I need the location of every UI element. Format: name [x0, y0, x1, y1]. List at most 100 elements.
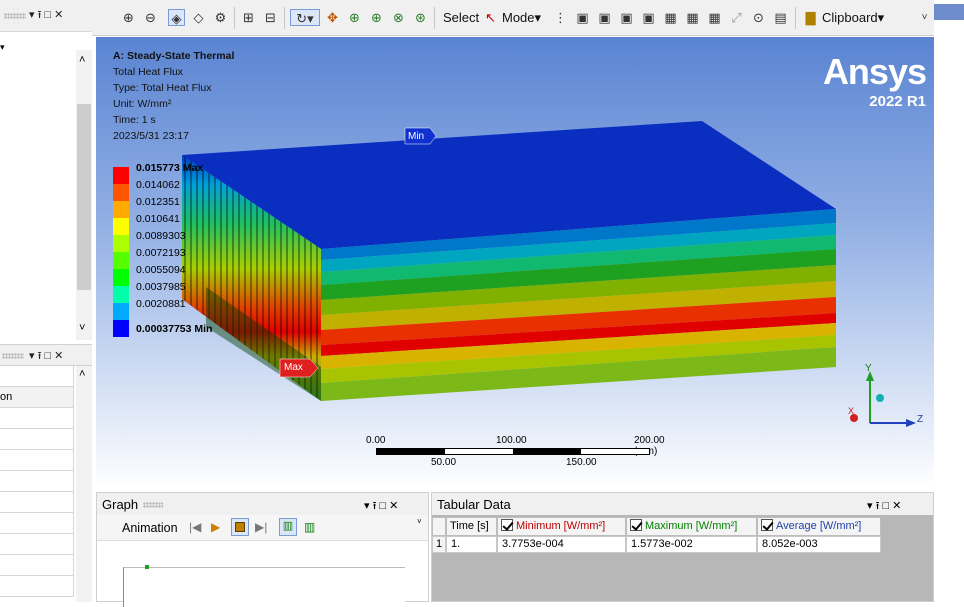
- select-element-icon[interactable]: ▣: [640, 9, 657, 26]
- graph-panel-controls[interactable]: ▾ ⭱ □ ✕: [364, 497, 398, 516]
- column-header-time[interactable]: Time [s]: [446, 517, 497, 536]
- wireframe-icon[interactable]: ◇: [190, 9, 207, 26]
- scroll-up-icon[interactable]: ˄: [79, 54, 85, 66]
- details-panel-controls[interactable]: ▾ ⭱ □ ✕: [29, 349, 63, 363]
- row-index[interactable]: 1: [432, 536, 446, 553]
- toolbar-overflow-icon[interactable]: ˅: [916, 9, 933, 26]
- graph-panel: Graph ▾ ⭱ □ ✕ Animation |◀ ▶ ▶| ▥ ▥ ˅: [96, 492, 429, 607]
- legend-swatch: [113, 235, 129, 252]
- scroll-up-icon[interactable]: ˄: [79, 368, 85, 380]
- legend-label: 0.014062: [136, 179, 180, 191]
- legend-swatch: [113, 167, 129, 184]
- grid-row[interactable]: [0, 534, 74, 555]
- column-header-average[interactable]: Average [W/mm²]: [757, 517, 881, 536]
- details-grid: on: [0, 366, 76, 602]
- column-header-label: Average [W/mm²]: [776, 520, 862, 532]
- mode-dropdown[interactable]: Mode▾: [502, 10, 541, 26]
- column-header-minimum[interactable]: Minimum [W/mm²]: [497, 517, 626, 536]
- cell-time[interactable]: 1.: [446, 536, 497, 553]
- grid-row[interactable]: [0, 450, 74, 471]
- zoom-in-icon[interactable]: ⊕: [120, 9, 137, 26]
- annotation-icon[interactable]: ▤: [772, 9, 789, 26]
- solid-view-icon[interactable]: ◈: [168, 9, 185, 26]
- select-node-icon[interactable]: ▦: [662, 9, 679, 26]
- scroll-down-icon[interactable]: ˅: [79, 322, 85, 334]
- clipboard-dropdown[interactable]: Clipboard▾: [822, 10, 884, 26]
- zoom-icon[interactable]: ⊕: [346, 9, 363, 26]
- select-face-icon[interactable]: ▣: [596, 9, 613, 26]
- grid-row[interactable]: [0, 366, 74, 387]
- clipboard-label: Clipboard: [822, 10, 878, 25]
- box-select-icon[interactable]: ⊞: [240, 9, 257, 26]
- cell-minimum[interactable]: 3.7753e-004: [497, 536, 626, 553]
- column-checkbox[interactable]: [630, 519, 642, 531]
- legend-max-label: 0.015773 Max: [136, 162, 204, 174]
- box-zoom-icon[interactable]: ⊟: [262, 9, 279, 26]
- legend-swatch: [113, 286, 129, 303]
- z-axis-label: Z: [917, 414, 924, 425]
- select-mode-icon[interactable]: ↖: [482, 9, 499, 26]
- grid-column-header: on: [0, 387, 74, 408]
- left-panel-controls[interactable]: ▾ ⭱ □ ✕: [29, 8, 63, 22]
- left-panel-scrollbar[interactable]: ˄ ˅: [76, 50, 92, 340]
- side-tab[interactable]: [934, 4, 964, 20]
- pan-icon[interactable]: ✥: [324, 9, 341, 26]
- rewind-icon[interactable]: |◀: [189, 520, 201, 534]
- zoom-selection-icon[interactable]: ⊛: [412, 9, 429, 26]
- tabular-panel-header: Tabular Data ▾ ⭱ □ ✕: [432, 493, 933, 515]
- select-edge-icon[interactable]: ▣: [574, 9, 591, 26]
- legend-swatch: [113, 252, 129, 269]
- grid-row[interactable]: [0, 471, 74, 492]
- scale-label: 0.00: [366, 435, 386, 446]
- grip-handle[interactable]: [2, 353, 24, 359]
- play-icon[interactable]: ▶: [211, 520, 220, 534]
- clipboard-icon[interactable]: ▇: [802, 9, 819, 26]
- show-mesh-icon[interactable]: ⚙: [212, 9, 229, 26]
- tabular-panel-controls[interactable]: ▾ ⭱ □ ✕: [867, 497, 901, 516]
- distributed-frames-icon[interactable]: ▥: [279, 518, 297, 536]
- details-scrollbar[interactable]: ˄: [76, 366, 92, 602]
- coordinate-icon[interactable]: ⤢: [728, 9, 745, 26]
- toolbar-overflow-icon[interactable]: ˅: [417, 517, 422, 526]
- stop-icon: [235, 522, 245, 532]
- left-panel-header: ▾ ⭱ □ ✕: [0, 0, 92, 32]
- tabular-panel-title: Tabular Data: [437, 497, 511, 512]
- column-checkbox[interactable]: [501, 519, 513, 531]
- grid-row[interactable]: [0, 555, 74, 576]
- zoom-fit-icon[interactable]: ⊕: [368, 9, 385, 26]
- result-frames-icon[interactable]: ▥: [304, 520, 315, 534]
- legend-label: 0.0037985: [136, 281, 186, 293]
- grip-handle[interactable]: [4, 13, 26, 19]
- scale-label: 50.00: [431, 457, 457, 468]
- select-mesh-face-icon[interactable]: ▦: [684, 9, 701, 26]
- model-view[interactable]: [96, 37, 934, 489]
- grid-row[interactable]: [0, 576, 74, 597]
- zoom-out-icon[interactable]: ⊖: [142, 9, 159, 26]
- cell-average[interactable]: 8.052e-003: [757, 536, 881, 553]
- graphics-viewport[interactable]: A: Steady-State Thermal Total Heat Flux …: [96, 37, 934, 489]
- grip-handle[interactable]: [143, 502, 163, 508]
- cell-maximum[interactable]: 1.5773e-002: [626, 536, 757, 553]
- rotate-icon[interactable]: ↻▾: [290, 9, 320, 26]
- graph-panel-header: Graph ▾ ⭱ □ ✕: [97, 493, 428, 515]
- step-forward-icon[interactable]: ▶|: [255, 520, 267, 534]
- select-label[interactable]: Select: [443, 10, 479, 25]
- grid-row[interactable]: [0, 492, 74, 513]
- select-mesh-body-icon[interactable]: ▦: [706, 9, 723, 26]
- column-checkbox[interactable]: [761, 519, 773, 531]
- select-body-icon[interactable]: ▣: [618, 9, 635, 26]
- select-vertex-icon[interactable]: ⋮: [552, 9, 569, 26]
- graph-plot-area[interactable]: [123, 567, 405, 607]
- stop-button[interactable]: [231, 518, 249, 536]
- tabular-data-panel: Tabular Data ▾ ⭱ □ ✕ Time [s] Minimum [W…: [431, 492, 934, 602]
- zoom-box-icon[interactable]: ⊗: [390, 9, 407, 26]
- legend-swatch: [113, 201, 129, 218]
- grid-row[interactable]: [0, 408, 74, 429]
- column-header-label: Maximum [W/mm²]: [645, 520, 738, 532]
- scrollbar-thumb[interactable]: [77, 104, 91, 290]
- label-icon[interactable]: ⊙: [750, 9, 767, 26]
- column-header-maximum[interactable]: Maximum [W/mm²]: [626, 517, 757, 536]
- grid-row[interactable]: [0, 513, 74, 534]
- grid-row[interactable]: [0, 429, 74, 450]
- collapse-arrow-icon[interactable]: ▾: [0, 42, 5, 53]
